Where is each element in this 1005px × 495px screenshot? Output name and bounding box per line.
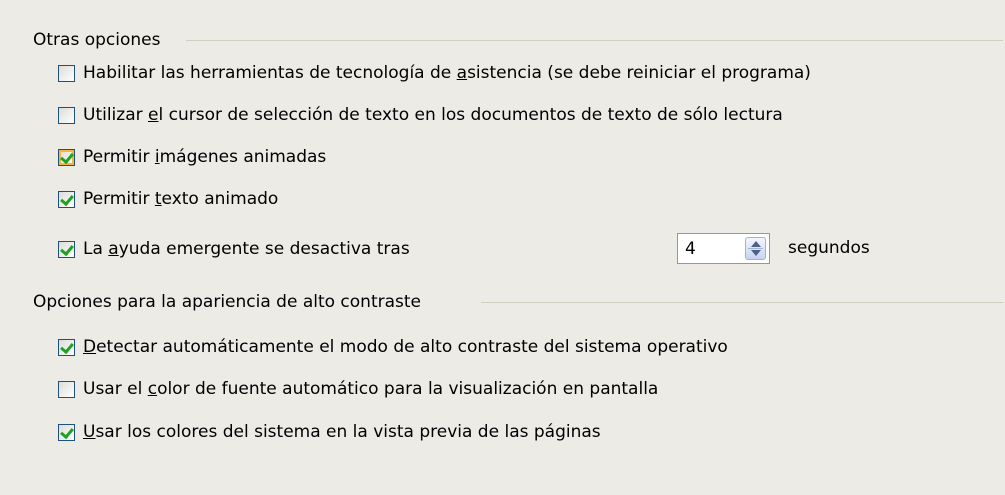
section-divider bbox=[481, 302, 1003, 303]
tooltip-seconds-value[interactable]: 4 bbox=[685, 239, 696, 259]
options-panel: Otras opciones Habilitar las herramienta… bbox=[0, 0, 1005, 495]
spin-up-arrow-icon[interactable] bbox=[751, 241, 761, 247]
section-header-other-options: Otras opciones bbox=[33, 28, 160, 52]
option-label: Permitir texto animado bbox=[83, 189, 279, 209]
auto-font-color-checkbox[interactable] bbox=[58, 380, 75, 398]
spin-divider bbox=[748, 248, 763, 249]
option-animated-text[interactable]: Permitir texto animado bbox=[58, 187, 278, 211]
option-label: Permitir imágenes animadas bbox=[83, 147, 327, 167]
option-auto-font-color[interactable]: Usar el color de fuente automático para … bbox=[58, 377, 658, 401]
option-animated-images[interactable]: Permitir imágenes animadas bbox=[58, 145, 326, 169]
option-label: Utilizar el cursor de selección de texto… bbox=[83, 105, 783, 125]
option-tooltip-timeout[interactable]: La ayuda emergente se desactiva tras bbox=[58, 237, 410, 261]
animated-images-checkbox[interactable] bbox=[58, 148, 75, 166]
section-title: Opciones para la apariencia de alto cont… bbox=[33, 292, 422, 312]
tooltip-timeout-checkbox[interactable] bbox=[58, 240, 75, 258]
option-label: Detectar automáticamente el modo de alto… bbox=[83, 337, 728, 357]
option-label: Usar el color de fuente automático para … bbox=[83, 379, 659, 399]
system-colors-preview-checkbox[interactable] bbox=[58, 423, 75, 441]
detect-high-contrast-checkbox[interactable] bbox=[58, 338, 75, 356]
tooltip-seconds-spinbox[interactable]: 4 bbox=[677, 233, 770, 264]
option-assistive-tools[interactable]: Habilitar las herramientas de tecnología… bbox=[58, 61, 811, 85]
unit-label: segundos bbox=[788, 238, 870, 258]
option-system-colors-preview[interactable]: Usar los colores del sistema en la vista… bbox=[58, 420, 601, 444]
option-label: Habilitar las herramientas de tecnología… bbox=[83, 63, 811, 83]
assistive-tools-checkbox[interactable] bbox=[58, 64, 75, 82]
section-header-high-contrast: Opciones para la apariencia de alto cont… bbox=[33, 290, 421, 314]
option-label: Usar los colores del sistema en la vista… bbox=[83, 422, 601, 442]
tooltip-seconds-unit: segundos bbox=[788, 236, 870, 260]
section-title: Otras opciones bbox=[33, 30, 161, 50]
option-text-selection-cursor[interactable]: Utilizar el cursor de selección de texto… bbox=[58, 103, 783, 127]
spin-down-arrow-icon[interactable] bbox=[751, 250, 761, 256]
text-selection-cursor-checkbox[interactable] bbox=[58, 106, 75, 124]
spin-buttons[interactable] bbox=[745, 237, 766, 260]
section-divider bbox=[186, 40, 1003, 41]
option-label: La ayuda emergente se desactiva tras bbox=[83, 239, 410, 259]
option-detect-high-contrast[interactable]: Detectar automáticamente el modo de alto… bbox=[58, 335, 728, 359]
animated-text-checkbox[interactable] bbox=[58, 190, 75, 208]
